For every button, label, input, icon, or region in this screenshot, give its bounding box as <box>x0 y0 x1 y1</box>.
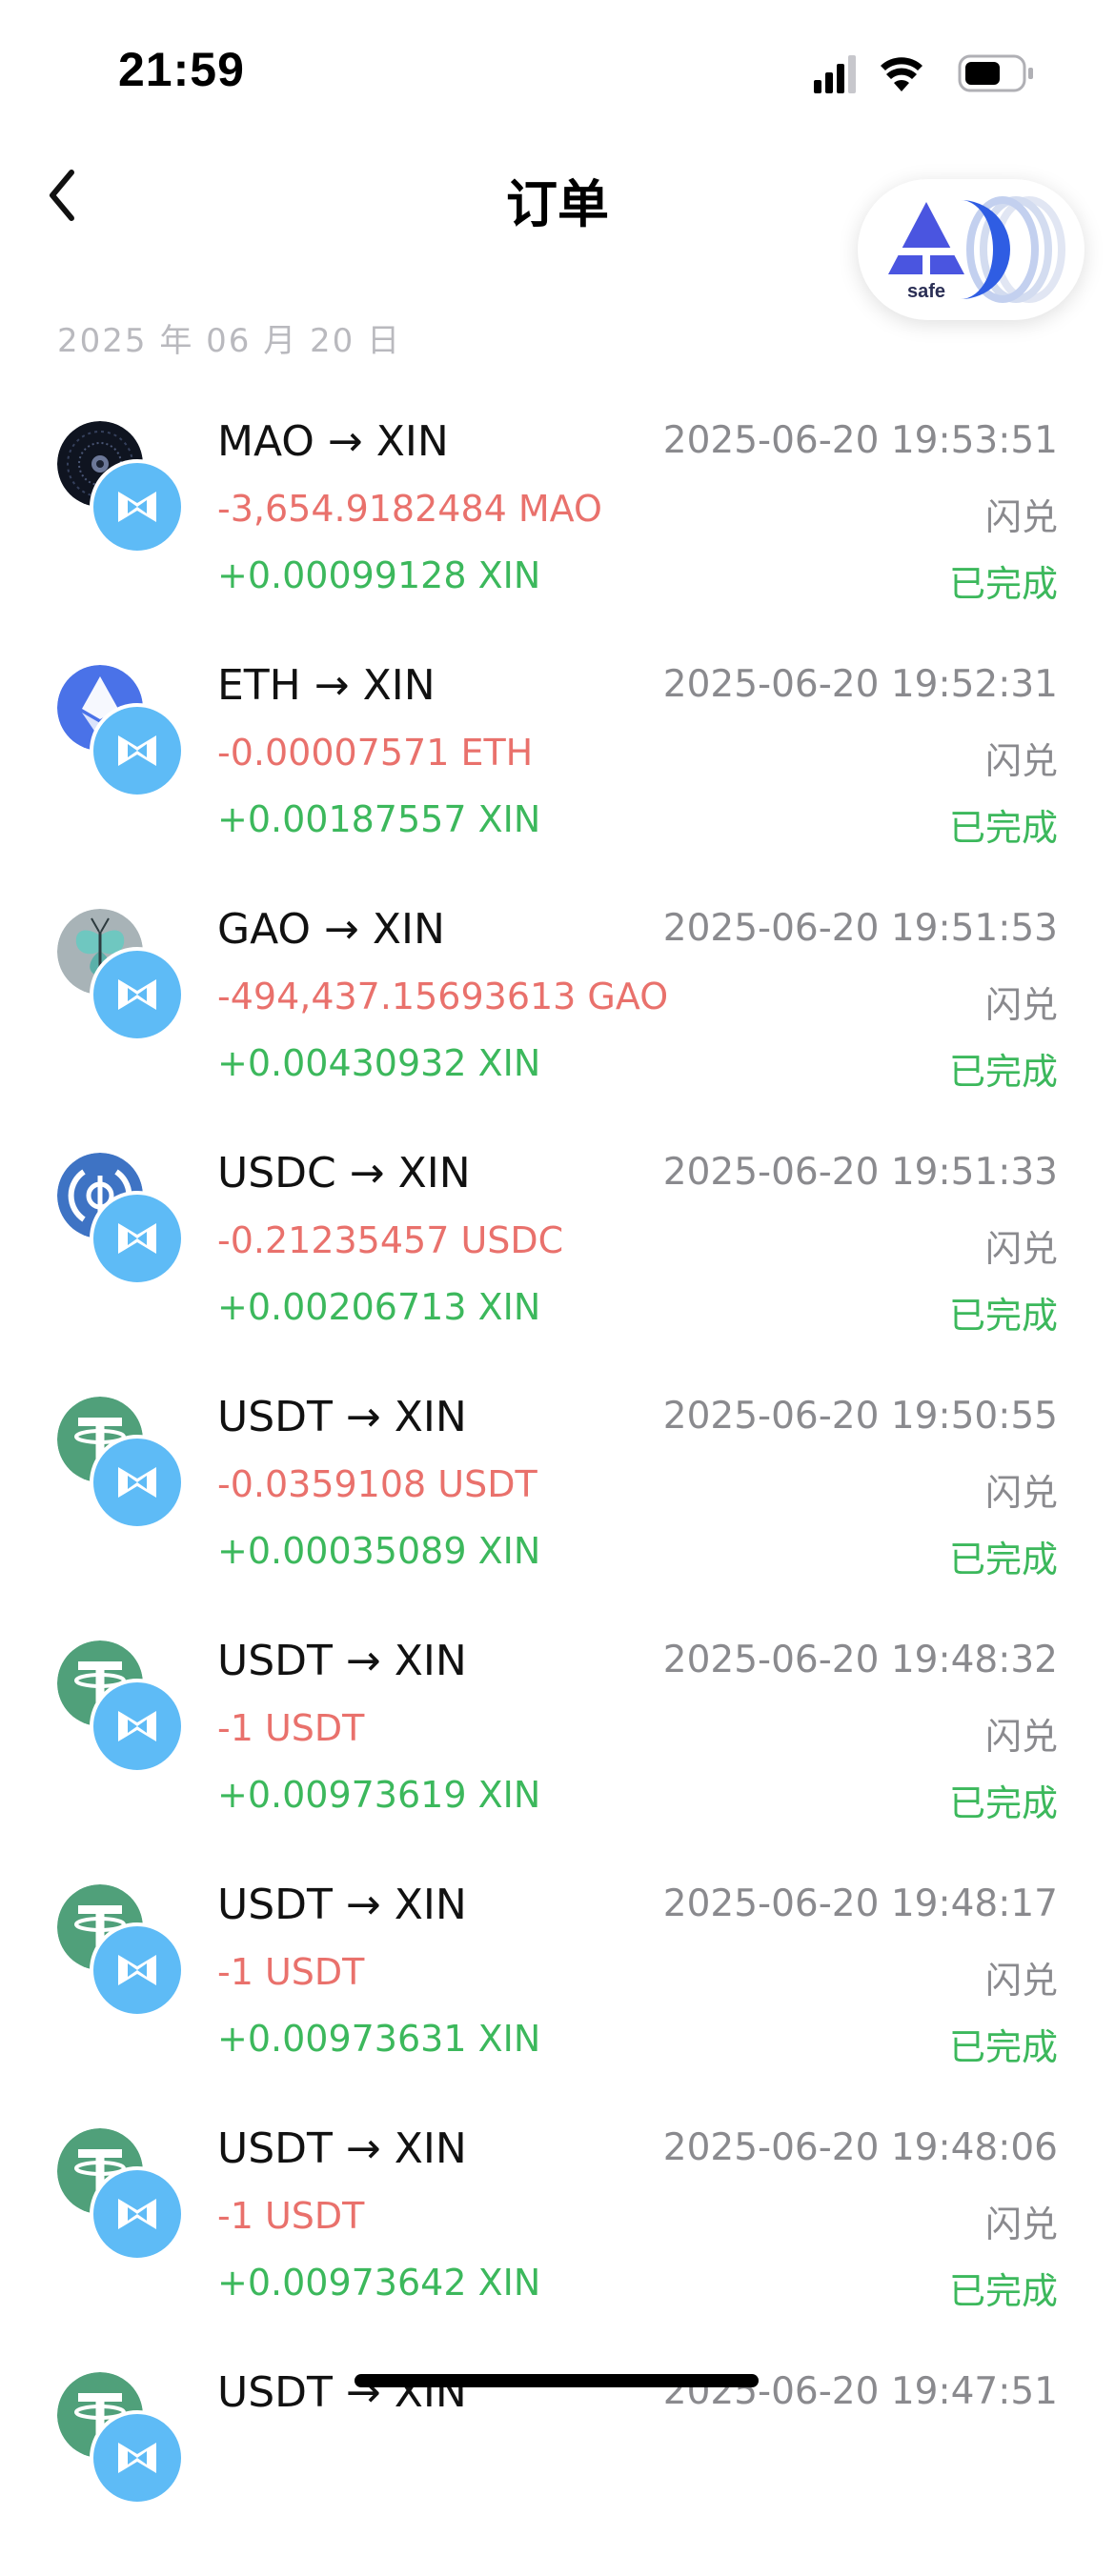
order-pay-amount: -0.21235457 USDC <box>217 1219 564 1261</box>
order-row[interactable]: USDT → XIN -1 USDT +0.00973619 XIN 2025-… <box>0 1600 1115 1844</box>
wifi-icon <box>881 57 922 91</box>
order-row[interactable]: USDC → XIN -0.21235457 USDC +0.00206713 … <box>0 1113 1115 1357</box>
order-pair: USDC → XIN <box>217 1149 471 1197</box>
order-row[interactable]: USDT → XIN -1 USDT +0.00973631 XIN 2025-… <box>0 1844 1115 2088</box>
order-status: 已完成 <box>948 563 1058 605</box>
order-receive-amount: +0.00035089 XIN <box>217 1530 541 1572</box>
order-receive-amount: +0.00099128 XIN <box>217 554 541 596</box>
order-row[interactable]: USDT → XIN 2025-06-20 19:47:51 <box>0 2332 1115 2576</box>
order-pay-amount: -1 USDT <box>217 2195 365 2237</box>
order-list: MAO → XIN -3,654.9182484 MAO +0.00099128… <box>0 381 1115 2576</box>
order-type: 闪兑 <box>984 1716 1058 1758</box>
order-time: 2025-06-20 19:48:32 <box>662 1639 1058 1681</box>
order-type: 闪兑 <box>984 740 1058 782</box>
order-status: 已完成 <box>948 807 1058 849</box>
order-time: 2025-06-20 19:48:06 <box>662 2126 1058 2169</box>
order-status: 已完成 <box>948 1295 1058 1337</box>
order-pay-amount: -494,437.15693613 GAO <box>217 976 669 1017</box>
order-pay-amount: -0.00007571 ETH <box>217 732 534 774</box>
order-type: 闪兑 <box>984 1960 1058 2002</box>
coin-stack <box>57 2128 185 2262</box>
xin-coin-icon <box>90 2166 185 2262</box>
order-pair: GAO → XIN <box>217 905 445 954</box>
order-type: 闪兑 <box>984 1228 1058 1270</box>
order-row[interactable]: MAO → XIN -3,654.9182484 MAO +0.00099128… <box>0 381 1115 625</box>
xin-coin-icon <box>90 1922 185 2018</box>
xin-coin-icon <box>90 947 185 1042</box>
order-pay-amount: -1 USDT <box>217 1707 365 1749</box>
order-pay-amount: -1 USDT <box>217 1951 365 1993</box>
order-type: 闪兑 <box>984 496 1058 538</box>
xin-coin-icon <box>90 1679 185 1774</box>
order-row[interactable]: ETH → XIN -0.00007571 ETH +0.00187557 XI… <box>0 625 1115 869</box>
status-time: 21:59 <box>118 43 245 96</box>
coin-stack <box>57 909 185 1042</box>
status-icons <box>814 54 1033 93</box>
order-receive-amount: +0.00187557 XIN <box>217 798 541 840</box>
order-status: 已完成 <box>948 1539 1058 1580</box>
xin-coin-icon <box>90 2410 185 2506</box>
coin-stack <box>57 1640 185 1774</box>
order-status: 已完成 <box>948 1051 1058 1093</box>
order-pair: USDT → XIN <box>217 1881 467 1929</box>
order-pair: MAO → XIN <box>217 417 449 466</box>
order-row[interactable]: USDT → XIN -1 USDT +0.00973642 XIN 2025-… <box>0 2088 1115 2332</box>
safe-logo-icon: safe <box>888 196 1065 303</box>
order-receive-amount: +0.00973642 XIN <box>217 2262 541 2304</box>
order-receive-amount: +0.00430932 XIN <box>217 1042 541 1084</box>
safe-badge[interactable]: safe <box>858 179 1085 320</box>
coin-stack <box>57 1884 185 2018</box>
coin-stack <box>57 1153 185 1286</box>
xin-coin-icon <box>90 459 185 554</box>
order-pair: USDT → XIN <box>217 1637 467 1685</box>
order-receive-amount: +0.00973619 XIN <box>217 1774 541 1816</box>
coin-stack <box>57 421 185 554</box>
order-pair: ETH → XIN <box>217 661 436 710</box>
order-time: 2025-06-20 19:53:51 <box>662 419 1058 462</box>
order-receive-amount: +0.00206713 XIN <box>217 1286 541 1328</box>
order-receive-amount: +0.00973631 XIN <box>217 2018 541 2060</box>
order-time: 2025-06-20 19:51:53 <box>662 907 1058 950</box>
order-pair: USDT → XIN <box>217 2124 467 2173</box>
status-bar: 21:59 <box>0 0 1115 143</box>
home-indicator[interactable] <box>355 2374 759 2387</box>
coin-stack <box>57 1397 185 1530</box>
xin-coin-icon <box>90 1191 185 1286</box>
order-time: 2025-06-20 19:51:33 <box>662 1151 1058 1194</box>
order-time: 2025-06-20 19:48:17 <box>662 1882 1058 1925</box>
battery-icon <box>958 54 1033 92</box>
order-status: 已完成 <box>948 1782 1058 1824</box>
safe-badge-label: safe <box>907 281 945 302</box>
order-time: 2025-06-20 19:50:55 <box>662 1395 1058 1438</box>
order-pair: USDT → XIN <box>217 1393 467 1441</box>
order-status: 已完成 <box>948 2026 1058 2068</box>
date-header: 2025 年 06 月 20 日 <box>57 322 402 360</box>
order-pay-amount: -3,654.9182484 MAO <box>217 488 602 530</box>
coin-stack <box>57 665 185 798</box>
order-row[interactable]: USDT → XIN -0.0359108 USDT +0.00035089 X… <box>0 1357 1115 1600</box>
order-type: 闪兑 <box>984 984 1058 1026</box>
order-type: 闪兑 <box>984 1472 1058 1514</box>
xin-coin-icon <box>90 703 185 798</box>
order-row[interactable]: GAO → XIN -494,437.15693613 GAO +0.00430… <box>0 869 1115 1113</box>
coin-stack <box>57 2372 185 2506</box>
order-pay-amount: -0.0359108 USDT <box>217 1463 537 1505</box>
cellular-signal-icon <box>814 55 856 93</box>
xin-coin-icon <box>90 1435 185 1530</box>
order-time: 2025-06-20 19:52:31 <box>662 663 1058 706</box>
order-status: 已完成 <box>948 2270 1058 2312</box>
order-type: 闪兑 <box>984 2204 1058 2245</box>
